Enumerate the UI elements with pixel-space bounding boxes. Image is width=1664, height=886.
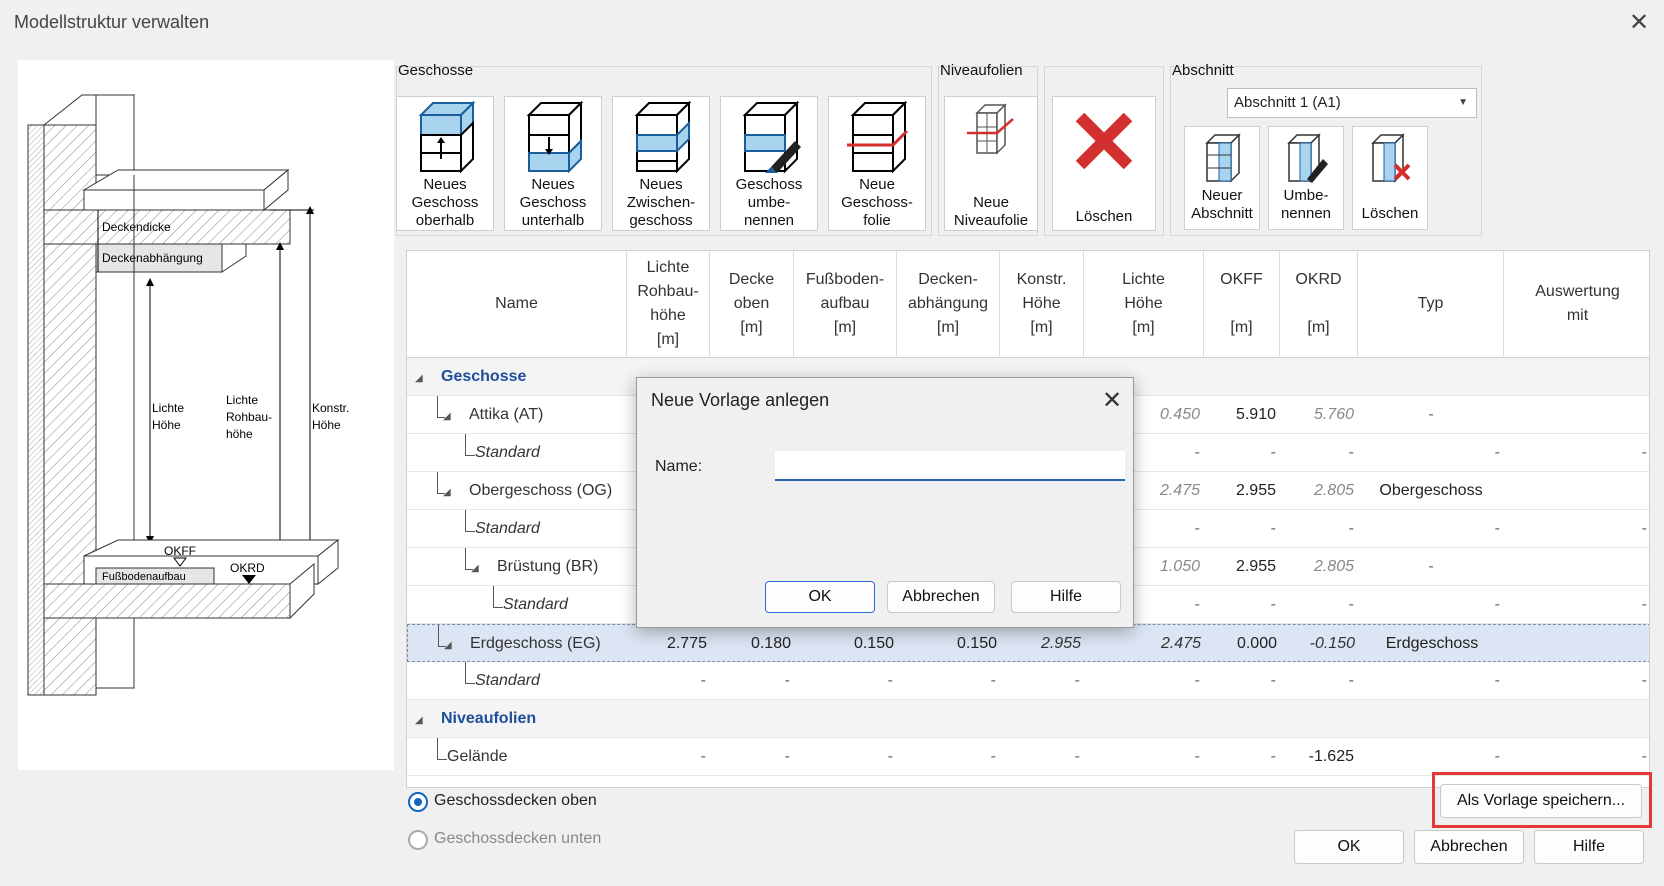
floor-add-above-icon — [418, 101, 476, 173]
svg-text:höhe: höhe — [226, 427, 253, 441]
name-input[interactable] — [775, 451, 1125, 481]
delete-label: Löschen — [1075, 208, 1133, 225]
new-floor-layer-label: Neue Geschoss- folie — [841, 176, 913, 229]
delete-section-label: Löschen — [1361, 205, 1419, 222]
label-lichte-hoehe: Lichte — [152, 401, 184, 415]
dialog-title: Neue Vorlage anlegen — [651, 390, 830, 410]
close-icon[interactable]: ✕ — [1097, 386, 1127, 416]
col-header-name[interactable]: Name — [407, 251, 627, 358]
floor-layer-icon — [847, 101, 909, 173]
new-floor-above-button[interactable]: Neues Geschoss oberhalb — [396, 96, 494, 231]
section-delete-icon — [1371, 133, 1411, 183]
svg-text:Höhe: Höhe — [152, 418, 181, 432]
rename-floor-label: Geschoss umbe- nennen — [735, 176, 803, 229]
col-header-decke-oben[interactable]: Decke oben [m] — [710, 251, 794, 358]
new-intermediate-floor-button[interactable]: Neues Zwischen- geschoss — [612, 96, 710, 231]
dialog-cancel-button[interactable]: Abbrechen — [887, 581, 995, 613]
col-header-okff[interactable]: OKFF [m] — [1204, 251, 1280, 358]
window-title: Modellstruktur verwalten — [14, 12, 210, 32]
label-deckendicke: Deckendicke — [102, 220, 171, 234]
title-bar: Modellstruktur verwalten ✕ — [0, 0, 1664, 44]
delete-button[interactable]: Löschen — [1052, 96, 1156, 231]
abschnitt-group-label: Abschnitt — [1172, 62, 1234, 79]
dialog-ok-button[interactable]: OK — [765, 581, 875, 613]
section-add-icon — [1205, 133, 1241, 183]
new-section-button[interactable]: Neuer Abschnitt — [1184, 126, 1260, 230]
cancel-button[interactable]: Abbrechen — [1414, 830, 1524, 864]
row-name: Obergeschoss (OG) — [469, 482, 613, 499]
label-deckenabhaengung: Deckenabhängung — [102, 251, 203, 265]
table-row[interactable]: Standard - - - - - - - - - - — [407, 662, 1649, 700]
new-floor-below-button[interactable]: Neues Geschoss unterhalb — [504, 96, 602, 231]
section-row-niveaufolien[interactable]: ◢ Niveaufolien — [407, 700, 1649, 738]
abschnitt-select-value: Abschnitt 1 (A1) — [1234, 94, 1341, 111]
col-header-deckenabhaengung[interactable]: Decken- abhängung [m] — [897, 251, 1000, 358]
row-name: Erdgeschoss (EG) — [470, 635, 601, 652]
svg-text:Rohbau-: Rohbau- — [226, 410, 272, 424]
delete-x-icon — [1075, 112, 1133, 170]
row-name: Standard — [503, 596, 568, 613]
new-floor-above-label: Neues Geschoss oberhalb — [411, 176, 479, 229]
col-header-konstr-hoehe[interactable]: Konstr. Höhe [m] — [1000, 251, 1084, 358]
niveaufolien-group-label: Niveaufolien — [940, 62, 1023, 79]
help-button[interactable]: Hilfe — [1534, 830, 1644, 864]
rename-floor-button[interactable]: Geschoss umbe- nennen — [720, 96, 818, 231]
col-header-auswertung[interactable]: Auswertung mit — [1504, 251, 1649, 358]
section-rename-icon — [1287, 133, 1328, 183]
floor-structure-diagram: Deckendicke Deckenabhängung Lichte Höhe … — [18, 60, 394, 770]
table-row[interactable]: Gelände - - - - - - - -1.625 - - — [407, 738, 1649, 776]
save-as-template-button[interactable]: Als Vorlage speichern... — [1440, 784, 1642, 818]
new-level-layer-button[interactable]: Neue Niveaufolie — [944, 96, 1038, 231]
new-floor-below-label: Neues Geschoss unterhalb — [519, 176, 587, 229]
new-template-dialog: Neue Vorlage anlegen ✕ Name: OK Abbreche… — [636, 377, 1134, 628]
col-header-rohbauhoehe[interactable]: Lichte Rohbau- höhe [m] — [627, 251, 710, 358]
row-name: Gelände — [447, 748, 508, 765]
col-header-fussbodenaufbau[interactable]: Fußboden- aufbau [m] — [794, 251, 897, 358]
new-level-layer-label: Neue Niveaufolie — [953, 194, 1029, 229]
chevron-down-icon: ▼ — [1458, 97, 1468, 108]
new-floor-layer-button[interactable]: Neue Geschoss- folie — [828, 96, 926, 231]
radio-dot[interactable] — [408, 830, 428, 850]
abschnitt-select[interactable]: Abschnitt 1 (A1) ▼ — [1227, 88, 1477, 118]
collapse-triangle-icon[interactable]: ◢ — [415, 373, 423, 384]
dialog-help-button[interactable]: Hilfe — [1011, 581, 1121, 613]
geschosse-group-label: Geschosse — [398, 62, 474, 79]
collapse-triangle-icon[interactable]: ◢ — [443, 487, 451, 498]
row-name: Attika (AT) — [469, 406, 544, 423]
new-section-label: Neuer Abschnitt — [1191, 187, 1253, 222]
ok-button[interactable]: OK — [1294, 830, 1404, 864]
row-name: Standard — [475, 444, 540, 461]
radio-geschossdecken-unten[interactable]: Geschossdecken unten — [408, 830, 648, 852]
table-row-selected[interactable]: ◢ Erdgeschoss (EG) 2.775 0.180 0.150 0.1… — [407, 624, 1649, 662]
col-header-lichte-hoehe[interactable]: Lichte Höhe [m] — [1084, 251, 1204, 358]
label-lichte-rohbauhoehe: Lichte — [226, 393, 258, 407]
close-icon[interactable]: ✕ — [1626, 10, 1652, 36]
row-name: Standard — [475, 520, 540, 537]
delete-section-button[interactable]: Löschen — [1352, 126, 1428, 230]
radio-geschossdecken-oben[interactable]: Geschossdecken oben — [408, 792, 648, 814]
collapse-triangle-icon[interactable]: ◢ — [443, 411, 451, 422]
name-label: Name: — [655, 458, 703, 475]
rename-section-label: Umbe- nennen — [1280, 187, 1332, 222]
level-layer-icon — [967, 103, 1014, 155]
col-header-typ[interactable]: Typ — [1358, 251, 1504, 358]
new-intermediate-floor-label: Neues Zwischen- geschoss — [626, 176, 696, 229]
floor-rename-icon — [742, 101, 801, 173]
svg-text:Höhe: Höhe — [312, 418, 341, 432]
collapse-triangle-icon[interactable]: ◢ — [415, 715, 423, 726]
label-fussbodenaufbau: Fußbodenaufbau — [102, 571, 186, 583]
radio-dot-selected[interactable] — [408, 792, 428, 812]
label-konstr-hoehe: Konstr. — [312, 401, 349, 415]
col-header-okrd[interactable]: OKRD [m] — [1280, 251, 1358, 358]
floor-add-below-icon — [526, 101, 584, 173]
label-okff: OKFF — [164, 544, 196, 558]
floor-add-intermediate-icon — [634, 101, 692, 173]
collapse-triangle-icon[interactable]: ◢ — [444, 640, 452, 651]
collapse-triangle-icon[interactable]: ◢ — [471, 563, 479, 574]
label-okrd: OKRD — [230, 561, 265, 575]
rename-section-button[interactable]: Umbe- nennen — [1268, 126, 1344, 230]
row-name: Brüstung (BR) — [497, 558, 599, 575]
row-name: Standard — [475, 672, 540, 689]
